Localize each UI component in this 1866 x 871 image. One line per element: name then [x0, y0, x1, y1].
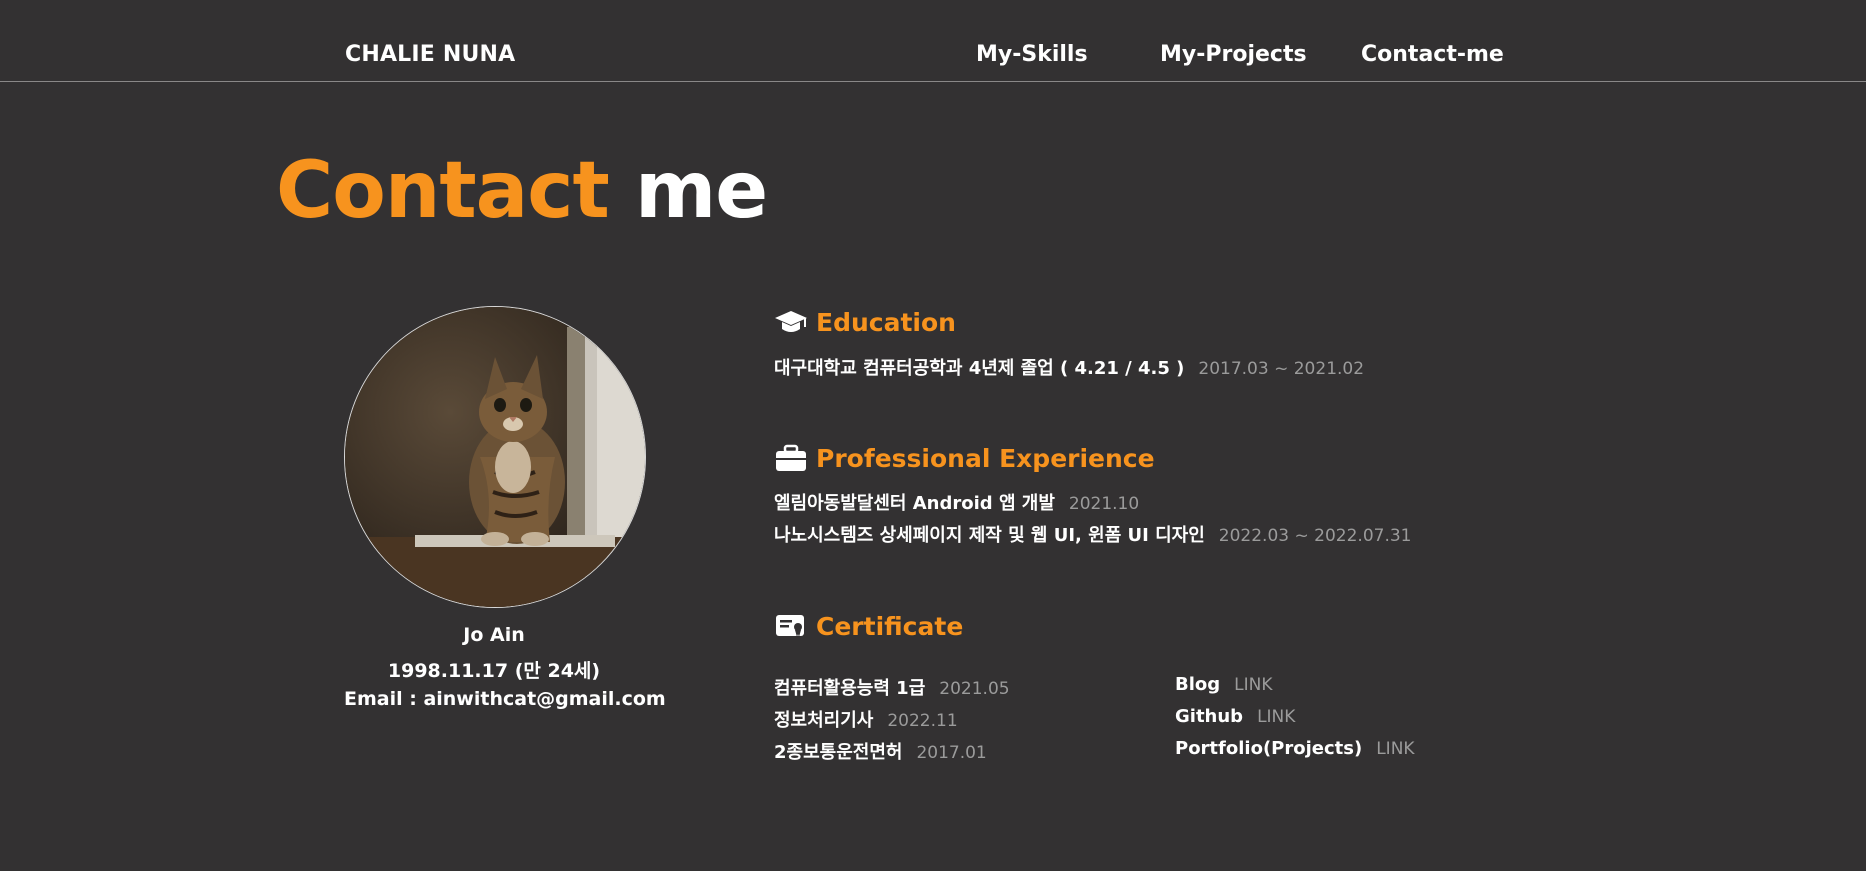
experience-item-date: 2021.10	[1068, 494, 1140, 514]
top-nav: CHALIE NUNA My-Skills My-Projects Contac…	[0, 0, 1866, 82]
education-item: 대구대학교 컴퓨터공학과 4년제 졸업 ( 4.21 / 4.5 ) 2017.0…	[774, 354, 1364, 380]
portfolio-link[interactable]: LINK	[1376, 739, 1414, 759]
github-link[interactable]: LINK	[1257, 707, 1295, 727]
nav-my-skills[interactable]: My-Skills	[976, 42, 1088, 67]
experience-item-text: 엘림아동발달센터 Android 앱 개발	[774, 493, 1055, 514]
certificate-item-text: 2종보통운전면허	[774, 742, 903, 763]
education-heading: Education	[774, 306, 956, 338]
link-label: Blog	[1175, 674, 1221, 695]
profile-photo	[344, 306, 646, 608]
certificate-item: 컴퓨터활용능력 1급 2021.05	[774, 674, 1010, 700]
page-title-accent: Contact	[276, 146, 610, 236]
link-item-portfolio: Portfolio(Projects) LINK	[1175, 738, 1415, 759]
nav-my-projects[interactable]: My-Projects	[1160, 42, 1307, 67]
experience-item: 엘림아동발달센터 Android 앱 개발 2021.10	[774, 489, 1139, 515]
link-item-github: Github LINK	[1175, 706, 1295, 727]
education-item-date: 2017.03 ~ 2021.02	[1198, 359, 1365, 379]
nav-contact-me[interactable]: Contact-me	[1361, 42, 1504, 67]
experience-item-date: 2022.03 ~ 2022.07.31	[1218, 526, 1412, 546]
profile-name: Jo Ain	[463, 624, 525, 646]
link-label: Portfolio(Projects)	[1175, 738, 1363, 759]
graduation-cap-icon	[775, 311, 807, 332]
page-title: Contact me	[276, 146, 768, 236]
blog-link[interactable]: LINK	[1234, 675, 1272, 695]
education-item-text: 대구대학교 컴퓨터공학과 4년제 졸업 ( 4.21 / 4.5 )	[774, 358, 1185, 379]
certificate-item-text: 컴퓨터활용능력 1급	[774, 678, 926, 699]
certificate-item: 정보처리기사 2022.11	[774, 706, 958, 732]
certificate-item-date: 2022.11	[887, 711, 958, 731]
experience-item: 나노시스템즈 상세페이지 제작 및 웹 UI, 윈폼 UI 디자인 2022.03…	[774, 521, 1411, 547]
page-title-rest: me	[634, 146, 768, 236]
experience-heading: Professional Experience	[774, 442, 1155, 474]
cat-photo-illustration	[345, 307, 645, 607]
education-label: Education	[816, 307, 956, 337]
certificate-item: 2종보통운전면허 2017.01	[774, 738, 987, 764]
profile-birth: 1998.11.17 (만 24세)	[387, 660, 601, 682]
certificate-label: Certificate	[816, 611, 964, 641]
briefcase-icon	[776, 444, 806, 471]
link-label: Github	[1175, 706, 1244, 727]
certificate-item-date: 2021.05	[939, 679, 1010, 699]
profile-email: Email : ainwithcat@gmail.com	[344, 688, 666, 710]
certificate-icon	[776, 615, 804, 637]
certificate-heading: Certificate	[774, 610, 963, 642]
link-item-blog: Blog LINK	[1175, 674, 1273, 695]
brand-logo[interactable]: CHALIE NUNA	[345, 42, 515, 67]
certificate-item-text: 정보처리기사	[774, 710, 874, 731]
certificate-item-date: 2017.01	[916, 743, 987, 763]
experience-label: Professional Experience	[816, 443, 1155, 473]
experience-item-text: 나노시스템즈 상세페이지 제작 및 웹 UI, 윈폼 UI 디자인	[774, 525, 1205, 546]
